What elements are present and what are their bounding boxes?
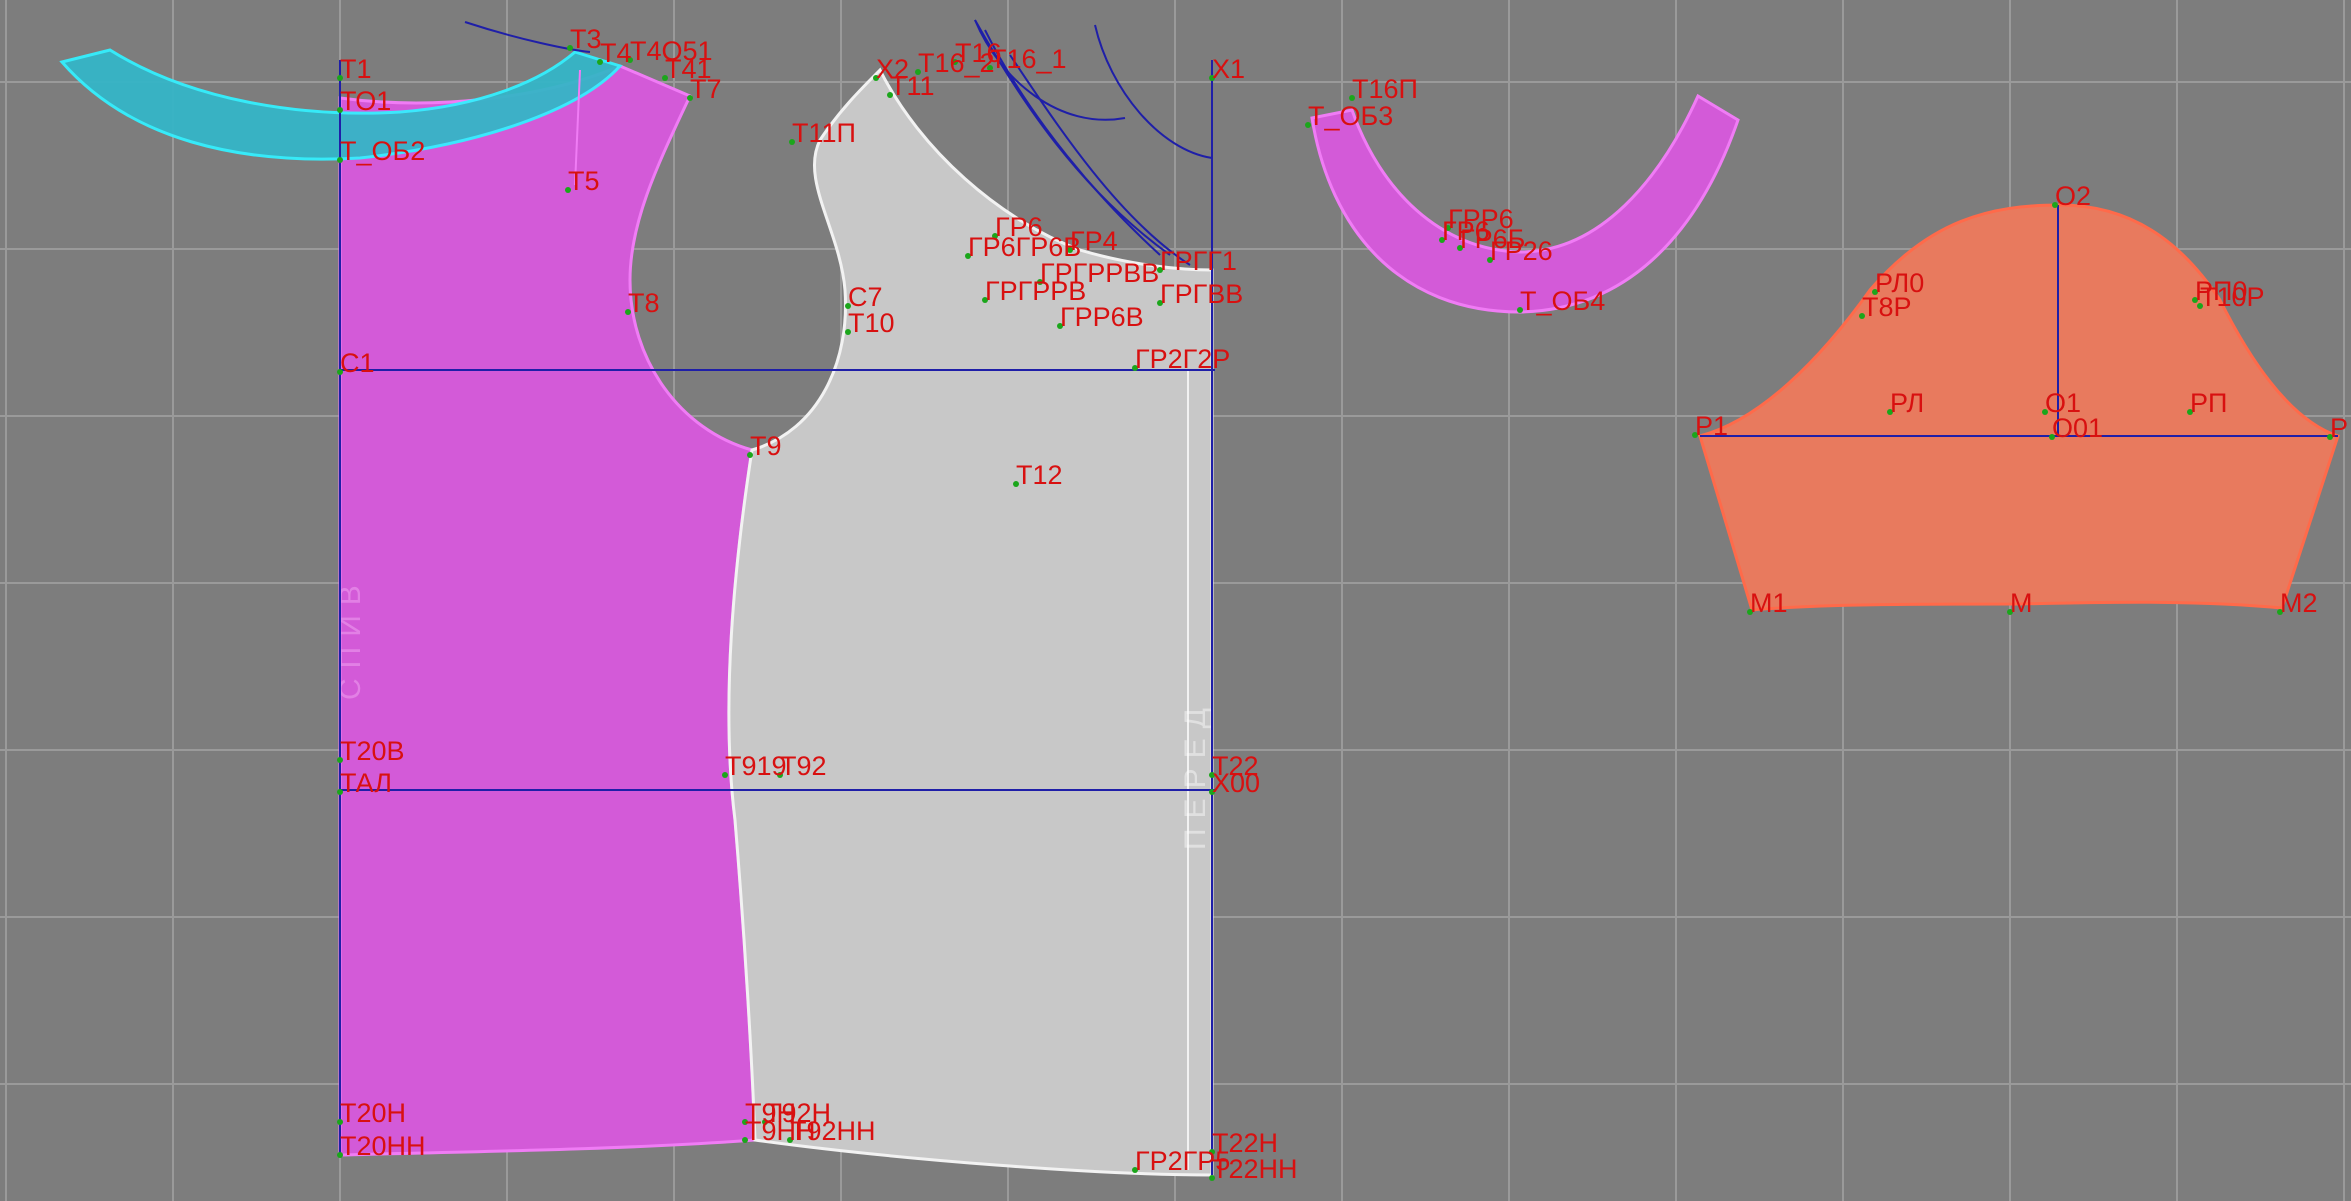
label-t9: Т9 (750, 431, 782, 461)
label-m1: М1 (1750, 588, 1788, 618)
label-rp: РП (2190, 388, 2227, 418)
label-grg1: ГРГГ1 (1160, 246, 1237, 276)
label-p2: Р (2330, 413, 2348, 443)
label-t20v: Т20В (340, 736, 405, 766)
label-t4: Т4 (600, 38, 632, 68)
label-t92: Т92 (780, 751, 827, 781)
label-t12: Т12 (1016, 460, 1063, 490)
neck-arc-6 (1094, 24, 1213, 159)
label-t16p: Т16П (1352, 74, 1418, 104)
label-t92nn: Т92НН (790, 1116, 876, 1146)
label-t919: Т919 (725, 751, 787, 781)
label-t10r: Т10Р (2200, 282, 2265, 312)
label-o01: О01 (2052, 413, 2103, 443)
label-c1: С1 (340, 348, 375, 378)
sleeve-shape[interactable] (1698, 203, 2340, 612)
label-t8r: Т8Р (1862, 292, 1912, 322)
label-grg-b: ГРГВВ (1160, 279, 1243, 309)
pattern-workspace-canvas[interactable]: СПИВ ПЕРЕД Т1 ТО1 Т_ОБ2 Т3 Т4 Т4О51 Т41 … (0, 0, 2351, 1201)
label-t20nn: Т20НН (340, 1131, 426, 1161)
label-m2: М2 (2280, 588, 2318, 618)
label-t20n: Т20Н (340, 1098, 406, 1128)
label-gr2p: ГР2Г2Р (1135, 344, 1230, 374)
label-grgr-c: ГРГРРВВ (1040, 258, 1159, 288)
label-gr5b: ГРР6В (1060, 302, 1144, 332)
label-facing-gr26: ГР26 (1490, 236, 1553, 266)
label-p1: Р1 (1695, 411, 1728, 441)
label-t11p: Т11П (792, 118, 856, 148)
label-t1: Т1 (340, 54, 372, 84)
label-x1: Х1 (1212, 54, 1245, 84)
label-m: М (2010, 588, 2033, 618)
label-t-ob2: Т_ОБ2 (340, 136, 425, 166)
label-t22nn: Т22НН (1212, 1154, 1298, 1184)
label-to1: ТО1 (340, 86, 391, 116)
back-watermark: СПИВ (334, 575, 367, 700)
label-t-ob4: Т_ОБ4 (1520, 286, 1605, 316)
sleeve-piece[interactable] (1698, 203, 2340, 612)
label-t10: Т10 (848, 308, 895, 338)
label-rl: РЛ (1890, 388, 1924, 418)
label-t3: Т3 (570, 24, 602, 54)
label-t-ob3: Т_ОБ3 (1308, 101, 1393, 131)
back-piece-shape[interactable] (338, 64, 757, 1157)
label-t5: Т5 (568, 166, 600, 196)
label-tal: ТАЛ (340, 768, 392, 798)
front-watermark: ПЕРЕД (1179, 698, 1212, 850)
label-t7: Т7 (690, 74, 722, 104)
label-t16-1: Т16_1 (990, 44, 1067, 74)
label-x00: Х00 (1212, 768, 1260, 798)
label-t8: Т8 (628, 288, 660, 318)
label-facing-grr6: ГРР6 (1448, 204, 1514, 234)
label-o2: О2 (2055, 181, 2091, 211)
back-bodice-piece[interactable]: СПИВ (334, 64, 757, 1157)
